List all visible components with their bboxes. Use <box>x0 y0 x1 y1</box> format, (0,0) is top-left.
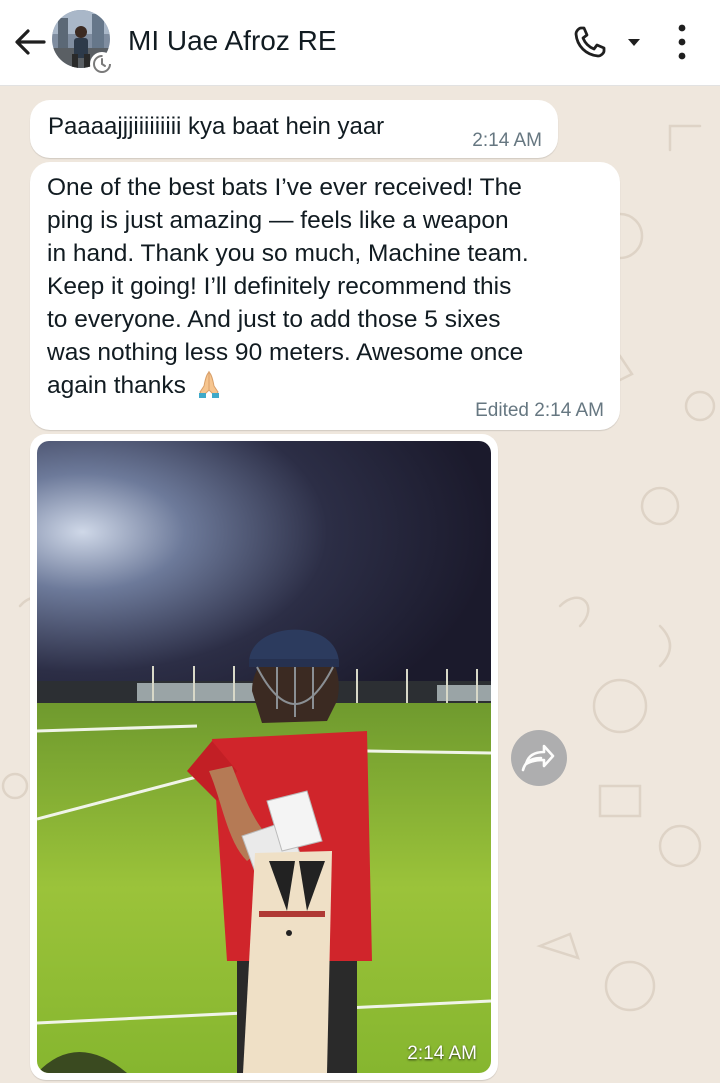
message-line: Keep it going! I’ll definitely recommend… <box>47 273 512 300</box>
message-bubble[interactable]: Paaaajjjiiiiiiiii kya baat hein yaar 2:1… <box>30 100 558 158</box>
chat-title[interactable]: MI Uae Afroz RE <box>128 22 337 60</box>
forward-arrow-icon <box>521 744 555 772</box>
message-line: to everyone. And just to add those 5 six… <box>47 306 501 333</box>
message-edited-time: Edited 2:14 AM <box>475 400 604 421</box>
message-line: again thanks <box>47 372 186 399</box>
message-line: One of the best bats I’ve ever received!… <box>47 174 522 201</box>
message-last-line: again thanks <box>47 369 607 402</box>
caret-down-icon[interactable] <box>624 32 644 52</box>
message-line: was nothing less 90 meters. Awesome once <box>47 339 524 366</box>
chat-header: MI Uae Afroz RE <box>0 0 720 86</box>
more-vertical-icon[interactable] <box>668 20 696 64</box>
arrow-left-icon[interactable] <box>10 22 50 62</box>
contact-avatar[interactable] <box>52 10 114 76</box>
message-text: One of the best bats I’ve ever received!… <box>47 171 607 402</box>
message-line: ping is just amazing — feels like a weap… <box>47 207 509 234</box>
status-timer-icon <box>90 52 114 76</box>
forward-button[interactable] <box>511 730 567 786</box>
phone-icon[interactable] <box>570 22 610 62</box>
cricket-photo[interactable]: 2:14 AM <box>37 441 491 1073</box>
message-bubble[interactable]: One of the best bats I’ve ever received!… <box>30 162 620 430</box>
message-text: Paaaajjjiiiiiiiii kya baat hein yaar <box>48 113 385 140</box>
image-time: 2:14 AM <box>407 1043 477 1064</box>
message-line: in hand. Thank you so much, Machine team… <box>47 240 529 267</box>
message-time: 2:14 AM <box>472 130 542 151</box>
image-message-bubble[interactable]: 2:14 AM <box>30 434 498 1080</box>
folded-hands-icon <box>198 370 219 398</box>
